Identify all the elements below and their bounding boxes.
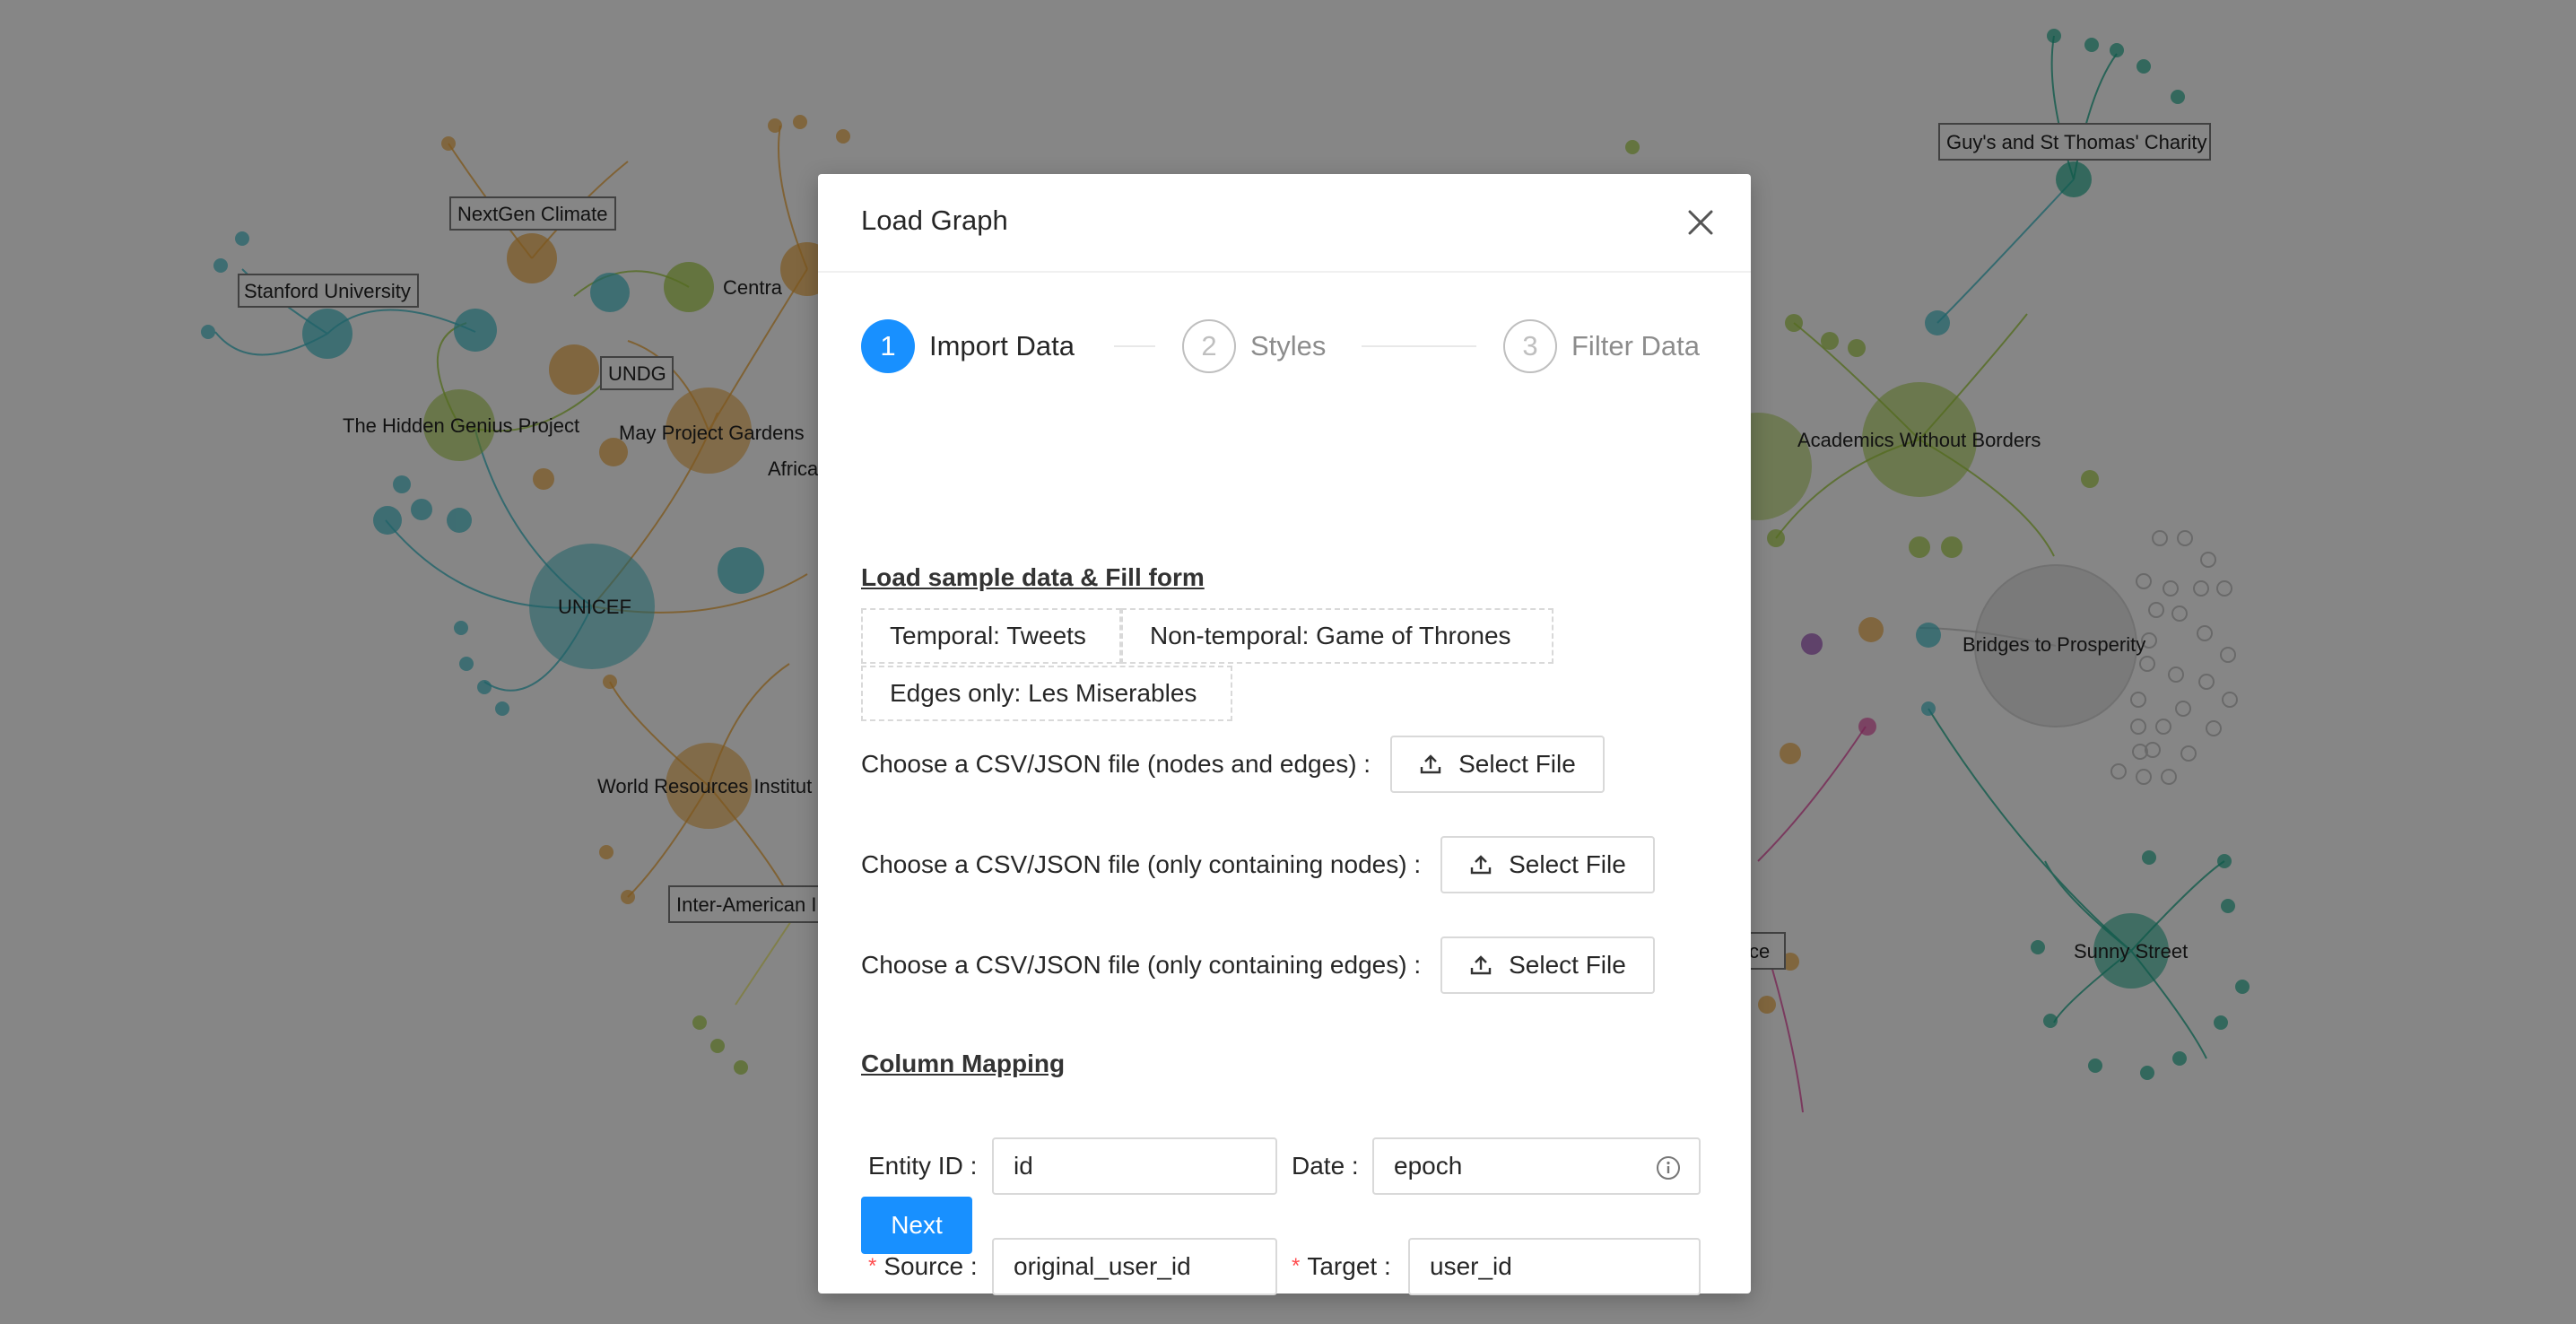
step-filter-data[interactable]: 3 Filter Data — [1503, 318, 1700, 375]
select-file-button[interactable]: Select File — [1390, 736, 1605, 793]
file-row-nodes-edges: Choose a CSV/JSON file (nodes and edges)… — [861, 736, 1605, 793]
step-connector — [1114, 345, 1155, 347]
step-connector — [1362, 345, 1476, 347]
steps: 1 Import Data 2 Styles 3 Filter Data — [861, 318, 1708, 375]
sample-data-title[interactable]: Load sample data & Fill form — [861, 563, 1205, 592]
info-icon[interactable] — [1656, 1155, 1681, 1180]
step-label: Import Data — [929, 330, 1075, 361]
close-icon[interactable] — [1683, 205, 1719, 240]
upload-icon — [1470, 855, 1492, 875]
step-number: 1 — [861, 319, 915, 373]
next-button[interactable]: Next — [861, 1197, 972, 1254]
column-mapping-title: Column Mapping — [861, 1050, 1066, 1077]
required-mark: * — [1292, 1254, 1301, 1278]
select-file-label: Select File — [1509, 850, 1626, 878]
source-input[interactable]: original_user_id — [992, 1238, 1277, 1295]
sample-tweets-button[interactable]: Temporal: Tweets — [861, 608, 1121, 664]
source-label-text: Source : — [883, 1252, 978, 1280]
file-label: Choose a CSV/JSON file (only containing … — [861, 850, 1422, 878]
required-mark: * — [868, 1254, 877, 1278]
date-value: epoch — [1394, 1152, 1463, 1180]
upload-icon — [1420, 754, 1441, 774]
select-file-button[interactable]: Select File — [1440, 836, 1655, 893]
file-row-edges: Choose a CSV/JSON file (only containing … — [861, 936, 1655, 994]
date-input[interactable]: epoch — [1372, 1137, 1701, 1195]
file-label: Choose a CSV/JSON file (only containing … — [861, 951, 1422, 979]
select-file-button[interactable]: Select File — [1440, 936, 1655, 994]
load-graph-modal: Load Graph 1 Import Data 2 Styles 3 Filt… — [818, 174, 1751, 1295]
step-styles[interactable]: 2 Styles — [1182, 318, 1326, 375]
select-file-label: Select File — [1458, 750, 1576, 778]
step-label: Styles — [1250, 330, 1327, 361]
step-number: 2 — [1182, 319, 1236, 373]
file-row-nodes: Choose a CSV/JSON file (only containing … — [861, 836, 1655, 893]
target-label-text: Target : — [1307, 1252, 1391, 1280]
entity-id-label: Entity ID : — [868, 1152, 978, 1180]
target-input[interactable]: user_id — [1408, 1238, 1701, 1295]
file-label: Choose a CSV/JSON file (nodes and edges)… — [861, 750, 1371, 778]
sample-les-mis-button[interactable]: Edges only: Les Miserables — [861, 666, 1232, 721]
step-number: 3 — [1503, 319, 1557, 373]
date-label: Date : — [1292, 1152, 1359, 1180]
upload-icon — [1470, 955, 1492, 975]
sample-got-button[interactable]: Non-temporal: Game of Thrones — [1121, 608, 1553, 664]
entity-id-input[interactable]: id — [992, 1137, 1277, 1195]
modal-title: Load Graph — [861, 205, 1008, 236]
select-file-label: Select File — [1509, 951, 1626, 979]
step-import-data[interactable]: 1 Import Data — [861, 318, 1075, 375]
modal-header: Load Graph — [818, 174, 1751, 273]
step-label: Filter Data — [1571, 330, 1700, 361]
target-label: * Target : — [1292, 1238, 1391, 1295]
